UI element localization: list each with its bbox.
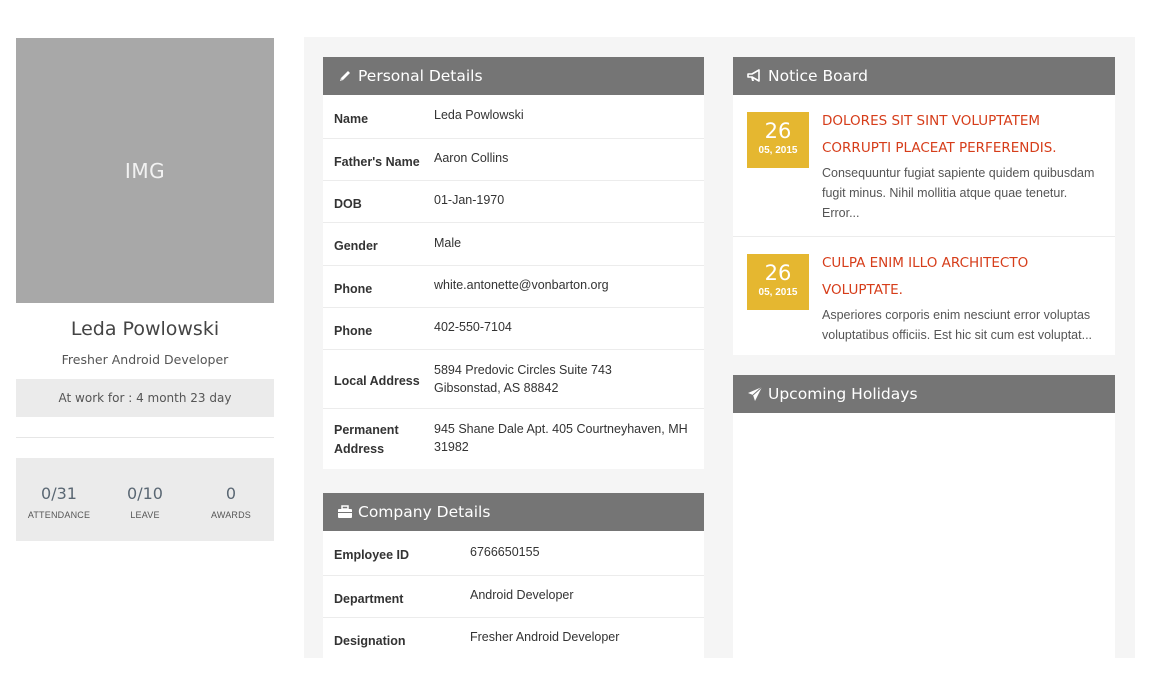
- date-month-year: 05, 2015: [758, 145, 798, 156]
- profile-name: Leda Powlowski: [70, 318, 220, 340]
- row-label: Name: [334, 111, 369, 126]
- personal-details-header: Personal Details: [323, 57, 704, 95]
- row-label: Employee ID: [334, 548, 410, 562]
- notice-item: 26 05, 2015 DOLORES SIT SINT VOLUPTATEM …: [733, 95, 1115, 237]
- stat-label: ATTENDANCE: [27, 510, 91, 520]
- row-label: Gender: [334, 239, 378, 253]
- row-value: white.antonette@vonbarton.org: [434, 278, 609, 292]
- table-row: Department Android Developer: [323, 575, 704, 617]
- table-row: Gender Male: [323, 222, 704, 265]
- row-label: Phone: [334, 323, 373, 338]
- personal-details-body: Name Leda Powlowski Father's Name Aaron …: [323, 95, 704, 469]
- table-row: Phone 402-550-7104: [323, 307, 704, 349]
- date-badge: 26 05, 2015: [747, 112, 809, 168]
- date-day: 26: [764, 261, 792, 285]
- upcoming-holidays-body: [733, 413, 1115, 696]
- profile-stats: 0/31 ATTENDANCE 0/10 LEAVE 0 AWARDS: [16, 458, 274, 541]
- stat-value: 0/10: [127, 484, 163, 503]
- table-row: Permanent Address 945 Shane Dale Apt. 40…: [323, 408, 704, 469]
- profile-image-placeholder: IMG: [124, 158, 166, 183]
- briefcase-icon: [337, 504, 353, 520]
- stat-value: 0/31: [41, 484, 77, 503]
- row-value: 945 Shane Dale Apt. 405 Courtneyhaven, M…: [434, 422, 688, 454]
- row-label: DOB: [334, 196, 362, 211]
- paper-plane-icon: [747, 386, 763, 402]
- notice-text: CULPA ENIM ILLO ARCHITECTO VOLUPTATE. As…: [822, 254, 1101, 355]
- notice-board-header: Notice Board: [733, 57, 1115, 95]
- work-duration: At work for : 4 month 23 day: [16, 379, 274, 417]
- row-label: Father's Name: [334, 154, 420, 169]
- notice-title[interactable]: DOLORES SIT SINT VOLUPTATEM CORRUPTI PLA…: [822, 108, 1101, 162]
- upcoming-holidays-title: Upcoming Holidays: [768, 385, 918, 403]
- stat-attendance: 0/31 ATTENDANCE: [16, 458, 102, 541]
- row-value: 01-Jan-1970: [434, 193, 505, 207]
- row-label: Local Address: [334, 374, 420, 388]
- company-details-body: Employee ID 6766650155 Department Androi…: [323, 531, 704, 659]
- profile-image: IMG: [16, 38, 274, 303]
- row-value: Fresher Android Developer: [470, 630, 620, 644]
- row-label: Permanent Address: [334, 423, 399, 456]
- company-details-title: Company Details: [358, 503, 491, 521]
- stat-leave: 0/10 LEAVE: [102, 458, 188, 541]
- profile-role: Fresher Android Developer: [61, 352, 229, 367]
- row-value: Aaron Collins: [434, 151, 509, 165]
- row-value: Male: [434, 235, 462, 250]
- stat-label: LEAVE: [130, 510, 160, 520]
- pencil-icon: [337, 68, 353, 84]
- row-label: Phone: [334, 281, 373, 296]
- notice-description: Asperiores corporis enim nesciunt error …: [822, 308, 1093, 342]
- table-row: Employee ID 6766650155: [323, 531, 704, 575]
- date-day: 26: [764, 119, 792, 143]
- stat-awards: 0 AWARDS: [188, 458, 274, 541]
- notice-board-title: Notice Board: [768, 67, 869, 85]
- row-label: Department: [334, 591, 404, 606]
- row-label: Designation: [334, 633, 406, 648]
- notice-title[interactable]: CULPA ENIM ILLO ARCHITECTO VOLUPTATE.: [822, 250, 1101, 304]
- notice-board-card: Notice Board 26 05, 2015 DOLORES SIT SIN…: [733, 57, 1115, 355]
- notice-item: 26 05, 2015 CULPA ENIM ILLO ARCHITECTO V…: [733, 237, 1115, 355]
- date-month-year: 05, 2015: [758, 287, 798, 298]
- table-row: Phone white.antonette@vonbarton.org: [323, 265, 704, 307]
- table-row: Designation Fresher Android Developer: [323, 617, 704, 659]
- notice-board-body[interactable]: 26 05, 2015 DOLORES SIT SINT VOLUPTATEM …: [733, 95, 1115, 355]
- row-value: 6766650155: [470, 544, 540, 559]
- row-value: Android Developer: [470, 588, 574, 602]
- notice-description: Consequuntur fugiat sapiente quidem quib…: [822, 166, 1095, 220]
- row-value: 402-550-7104: [434, 320, 512, 334]
- personal-details-card: Personal Details Name Leda Powlowski Fat…: [323, 57, 704, 469]
- profile-divider: [16, 437, 274, 438]
- table-row: DOB 01-Jan-1970: [323, 180, 704, 222]
- stat-value: 0: [225, 484, 237, 503]
- main-panel: Personal Details Name Leda Powlowski Fat…: [304, 37, 1135, 696]
- table-row: Local Address 5894 Predovic Circles Suit…: [323, 349, 704, 408]
- company-details-header: Company Details: [323, 493, 704, 531]
- table-row: Name Leda Powlowski: [323, 95, 704, 138]
- company-details-card: Company Details Employee ID 6766650155 D…: [323, 493, 704, 659]
- table-row: Father's Name Aaron Collins: [323, 138, 704, 180]
- personal-details-title: Personal Details: [358, 67, 483, 85]
- profile-sidebar: IMG Leda Powlowski Fresher Android Devel…: [16, 38, 274, 541]
- stat-label: AWARDS: [210, 510, 252, 520]
- date-badge: 26 05, 2015: [747, 254, 809, 310]
- row-value: Leda Powlowski: [434, 108, 524, 122]
- upcoming-holidays-header: Upcoming Holidays: [733, 375, 1115, 413]
- bullhorn-icon: [747, 68, 763, 84]
- row-value: 5894 Predovic Circles Suite 743 Gibsonst…: [434, 363, 612, 395]
- upcoming-holidays-card: Upcoming Holidays: [733, 375, 1115, 696]
- notice-text: DOLORES SIT SINT VOLUPTATEM CORRUPTI PLA…: [822, 112, 1101, 236]
